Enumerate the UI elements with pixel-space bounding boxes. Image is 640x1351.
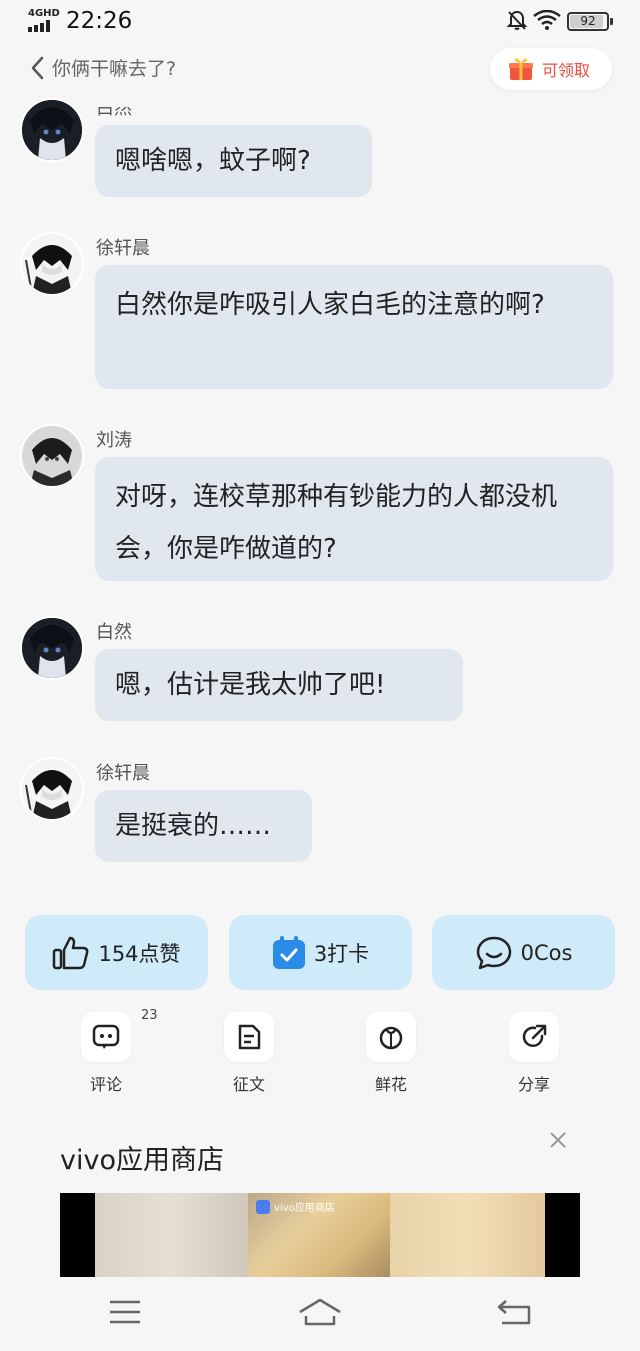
- sender-name: 徐轩晨: [96, 238, 150, 259]
- chapter-title: 你俩干嘛去了?: [52, 58, 177, 80]
- ad-overlay-text: vivo应用商店: [274, 1203, 335, 1214]
- avatar[interactable]: [20, 757, 84, 821]
- wifi-icon: [533, 10, 561, 30]
- sender-name: 徐轩晨: [96, 763, 150, 784]
- chat-bubble-icon: [476, 936, 511, 969]
- flower-icon: [379, 1026, 403, 1050]
- status-bar: 4GHD 22:26 92: [0, 0, 640, 44]
- menu-icon[interactable]: [108, 1298, 142, 1326]
- like-button[interactable]: 154点赞: [25, 915, 208, 990]
- ad-image[interactable]: vivo应用商店: [60, 1193, 580, 1277]
- comment-count-badge: 23: [141, 1008, 158, 1023]
- essay-label: 征文: [232, 1075, 265, 1094]
- avatar-image: [22, 100, 82, 160]
- comment-label: 评论: [89, 1075, 122, 1094]
- avatar-image: [22, 618, 82, 678]
- signal-icon: [28, 20, 50, 32]
- home-icon[interactable]: [298, 1298, 342, 1326]
- message-bubble: 白然你是咋吸引人家白毛的注意的啊?: [95, 265, 613, 389]
- message-bubble: 对呀，连校草那种有钞能力的人都没机会，你是咋做道的?: [95, 457, 613, 581]
- avatar[interactable]: [20, 616, 84, 680]
- like-count: 154点赞: [98, 941, 181, 966]
- chat-message: 白然 嗯，估计是我太帅了吧!: [0, 616, 640, 726]
- chat-message: 徐轩晨 是挺衰的……: [0, 757, 640, 867]
- comment-icon: [92, 1024, 120, 1049]
- chat-message: 刘涛 对呀，连校草那种有钞能力的人都没机会，你是咋做道的?: [0, 424, 640, 584]
- message-bubble: 嗯，估计是我太帅了吧!: [95, 649, 463, 721]
- sender-name: 刘涛: [96, 430, 132, 451]
- app-store-icon: [256, 1199, 270, 1214]
- comment-button[interactable]: 评论: [71, 1012, 141, 1095]
- top-nav: 你俩干嘛去了? 可领取: [0, 46, 640, 92]
- back-chevron-icon: [31, 56, 44, 79]
- clock: 22:26: [66, 8, 133, 34]
- close-icon[interactable]: [546, 1128, 570, 1152]
- cos-button[interactable]: 0Cos: [432, 915, 615, 990]
- claim-label: 可领取: [542, 61, 591, 80]
- share-button[interactable]: 分享: [499, 1012, 569, 1095]
- ad-overlay: vivo应用商店: [256, 1199, 335, 1214]
- avatar[interactable]: [20, 98, 84, 162]
- back-button[interactable]: 你俩干嘛去了?: [30, 54, 176, 81]
- share-label: 分享: [517, 1075, 550, 1094]
- chat-message: 徐轩晨 白然你是咋吸引人家白毛的注意的啊?: [0, 232, 640, 392]
- sender-name: 白然: [96, 98, 132, 119]
- avatar[interactable]: [20, 424, 84, 488]
- cos-count: 0Cos: [520, 940, 573, 965]
- flower-label: 鲜花: [374, 1075, 407, 1094]
- thumbs-up-icon: [53, 936, 89, 969]
- gift-icon: [509, 58, 533, 80]
- mute-bell-icon: [506, 10, 528, 30]
- calendar-check-icon: [272, 935, 305, 969]
- checkin-count: 3打卡: [313, 941, 370, 966]
- chat-message: 白然 嗯啥嗯，蚊子啊?: [0, 92, 640, 202]
- share-icon: [522, 1024, 547, 1048]
- sender-name: 白然: [96, 622, 132, 643]
- essay-button[interactable]: 征文: [214, 1012, 284, 1095]
- claim-reward-button[interactable]: 可领取: [490, 48, 612, 90]
- avatar-image: [22, 234, 82, 294]
- battery-icon: 92: [567, 12, 613, 31]
- document-icon: [238, 1024, 261, 1050]
- ad-title[interactable]: vivo应用商店: [60, 1138, 224, 1177]
- checkin-button[interactable]: 3打卡: [229, 915, 412, 990]
- avatar[interactable]: [20, 232, 84, 296]
- network-type: 4GHD: [28, 8, 60, 19]
- avatar-image: [22, 759, 82, 819]
- message-bubble: 嗯啥嗯，蚊子啊?: [95, 125, 372, 197]
- flower-button[interactable]: 鲜花: [356, 1012, 426, 1095]
- avatar-image: [22, 426, 82, 486]
- return-icon[interactable]: [496, 1298, 532, 1326]
- message-bubble: 是挺衰的……: [95, 790, 312, 862]
- battery-level: 92: [580, 14, 596, 28]
- system-nav-bar: [0, 1278, 640, 1351]
